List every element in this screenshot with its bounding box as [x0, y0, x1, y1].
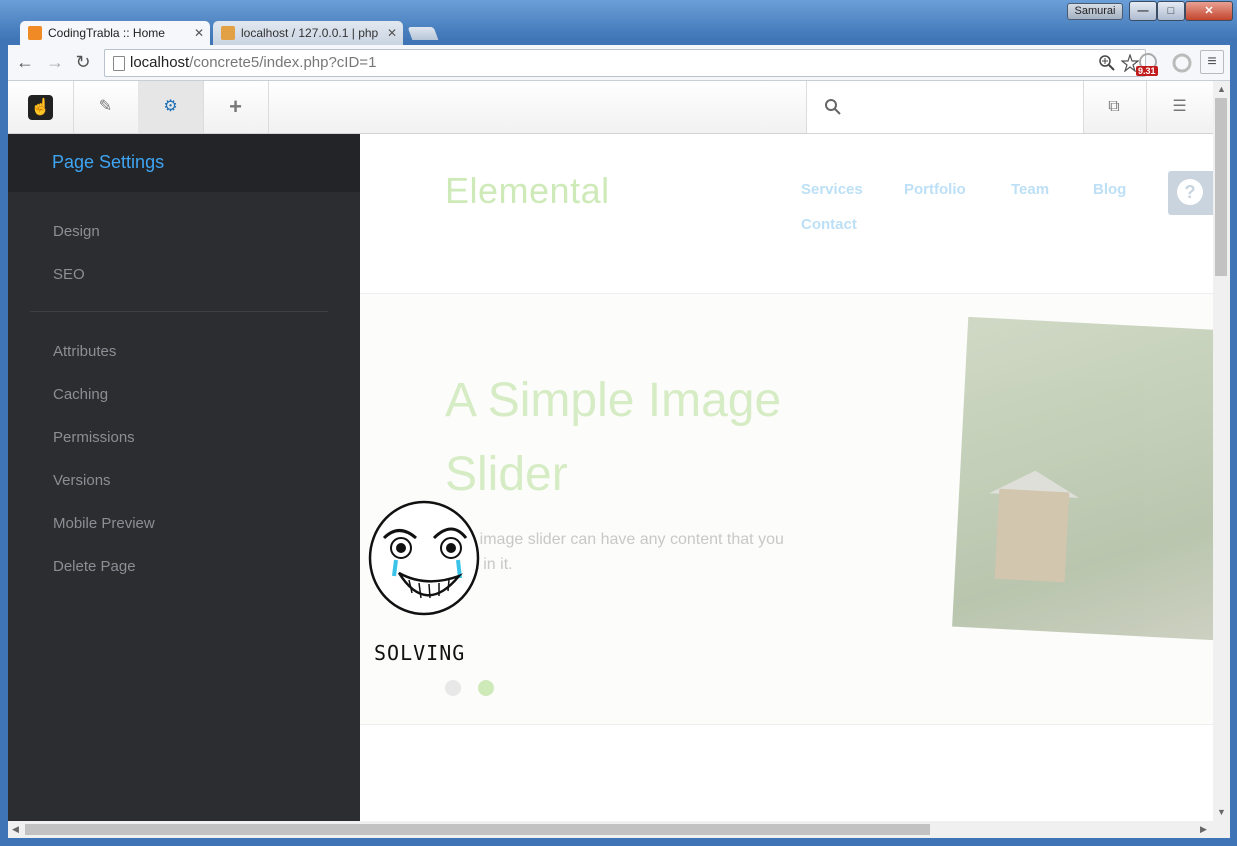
- user-badge: Samurai: [1067, 3, 1123, 20]
- site-preview: Elemental Services Portfolio Team Blog C…: [360, 134, 1213, 821]
- question-icon: ?: [1177, 179, 1203, 205]
- scroll-up-icon[interactable]: ▲: [1217, 84, 1226, 94]
- page-icon: [113, 56, 125, 71]
- sliders-icon: ☰: [1172, 98, 1187, 115]
- tab-label: CodingTrabla :: Home: [48, 26, 165, 40]
- close-tab-icon[interactable]: ✕: [194, 21, 204, 45]
- minimize-button[interactable]: —: [1129, 1, 1157, 21]
- forward-icon[interactable]: →: [44, 51, 66, 73]
- cms-toolbar: ☝ ✎ ⚙ + ⧉ ☰: [8, 81, 1213, 134]
- new-tab-button[interactable]: [407, 27, 439, 40]
- panel-item-attributes[interactable]: Attributes: [53, 343, 116, 360]
- maximize-icon: □: [1167, 5, 1175, 17]
- minimize-icon: —: [1137, 5, 1149, 17]
- search-icon: [825, 99, 841, 115]
- concrete5-logo-icon: ☝: [28, 95, 53, 120]
- help-button[interactable]: ?: [1168, 171, 1213, 215]
- panel-item-design[interactable]: Design: [53, 223, 100, 240]
- tab-codingtrabla[interactable]: CodingTrabla :: Home ✕: [20, 21, 210, 45]
- extension-badge: 9.31: [1136, 66, 1158, 76]
- maximize-button[interactable]: □: [1157, 1, 1185, 21]
- slider-title: A Simple Image Slider: [445, 374, 782, 501]
- pages-icon: ⧉: [1108, 98, 1120, 115]
- panel-item-caching[interactable]: Caching: [53, 386, 108, 403]
- panel-item-mobile-preview[interactable]: Mobile Preview: [53, 515, 155, 532]
- nav-team[interactable]: Team: [1011, 181, 1049, 198]
- add-content-button[interactable]: +: [203, 81, 269, 133]
- url-path: /concrete5/index.php?cID=1: [189, 54, 377, 71]
- page-settings-button[interactable]: ⚙: [138, 81, 204, 133]
- close-icon: ✕: [1204, 5, 1214, 17]
- back-icon[interactable]: ←: [14, 51, 36, 73]
- close-window-button[interactable]: ✕: [1185, 1, 1233, 21]
- cms-search-field[interactable]: [806, 81, 1084, 133]
- pma-favicon-icon: [221, 26, 235, 40]
- reload-icon[interactable]: ↻: [72, 51, 94, 73]
- extension-timer-icon[interactable]: 9.31: [1136, 53, 1158, 76]
- slider-photo: [952, 316, 1213, 642]
- nav-blog[interactable]: Blog: [1093, 181, 1126, 198]
- sitemap-button[interactable]: ⧉: [1082, 81, 1147, 133]
- nav-portfolio[interactable]: Portfolio: [904, 181, 966, 198]
- scroll-down-icon[interactable]: ▼: [1217, 807, 1226, 817]
- scroll-left-icon[interactable]: ◀: [12, 824, 19, 835]
- browser-window: Samurai — □ ✕ CodingTrabla :: Home ✕ loc…: [0, 0, 1237, 846]
- vertical-scrollbar[interactable]: ▲ ▼: [1213, 81, 1230, 821]
- tab-strip: CodingTrabla :: Home ✕ localhost / 127.0…: [8, 20, 1230, 45]
- edit-mode-button[interactable]: ✎: [73, 81, 139, 133]
- xampp-favicon-icon: [28, 26, 42, 40]
- slider-dot-2[interactable]: [478, 680, 494, 696]
- panel-item-seo[interactable]: SEO: [53, 266, 85, 283]
- url-host: localhost: [130, 54, 190, 71]
- panel-item-permissions[interactable]: Permissions: [53, 429, 135, 446]
- slider-text: This image slider can have any content t…: [445, 531, 784, 573]
- close-tab-icon[interactable]: ✕: [387, 21, 397, 45]
- vertical-scroll-thumb[interactable]: [1215, 98, 1227, 276]
- horizontal-scrollbar[interactable]: ◀ ▶: [8, 821, 1230, 838]
- horizontal-scroll-thumb[interactable]: [25, 824, 930, 835]
- site-brand[interactable]: Elemental: [445, 170, 610, 212]
- nav-services[interactable]: Services: [801, 181, 863, 198]
- panel-item-delete-page[interactable]: Delete Page: [53, 558, 136, 575]
- page-settings-panel: Page Settings Design SEO Attributes Cach…: [8, 134, 360, 821]
- tab-label: localhost / 127.0.0.1 | php: [241, 26, 379, 40]
- panel-title: Page Settings: [52, 152, 165, 172]
- pencil-icon: ✎: [98, 98, 113, 115]
- nav-contact[interactable]: Contact: [801, 216, 857, 233]
- panel-header: Page Settings: [8, 134, 360, 192]
- meme-caption: SOLVING: [374, 641, 466, 665]
- url-text: localhost/concrete5/index.php?cID=1: [130, 50, 376, 76]
- zoom-icon[interactable]: [1099, 55, 1115, 71]
- menu-icon[interactable]: ≡: [1200, 50, 1224, 74]
- extension-circle-icon[interactable]: [1172, 53, 1192, 73]
- browser-toolbar: ← → ↻ localhost/concrete5/index.php?cID=…: [8, 45, 1230, 81]
- gear-icon: ⚙: [163, 98, 178, 115]
- page-viewport: ☝ ✎ ⚙ + ⧉ ☰ Page Settings Design SEO Att…: [8, 81, 1213, 821]
- image-slider: A Simple Image Slider This image slider …: [360, 293, 1213, 725]
- dashboard-button[interactable]: ☰: [1146, 81, 1213, 133]
- happy-cry-meme-face-icon: [368, 500, 480, 616]
- tab-phpmyadmin[interactable]: localhost / 127.0.0.1 | php ✕: [213, 21, 403, 45]
- scroll-right-icon[interactable]: ▶: [1200, 824, 1207, 835]
- title-bar: Samurai — □ ✕: [0, 0, 1237, 22]
- panel-divider: [30, 311, 328, 312]
- panel-item-versions[interactable]: Versions: [53, 472, 111, 489]
- slider-dot-1[interactable]: [445, 680, 461, 696]
- hut-image: [994, 488, 1070, 583]
- plus-icon: +: [229, 94, 242, 119]
- cms-logo-button[interactable]: ☝: [8, 81, 74, 133]
- address-bar[interactable]: localhost/concrete5/index.php?cID=1: [104, 49, 1146, 77]
